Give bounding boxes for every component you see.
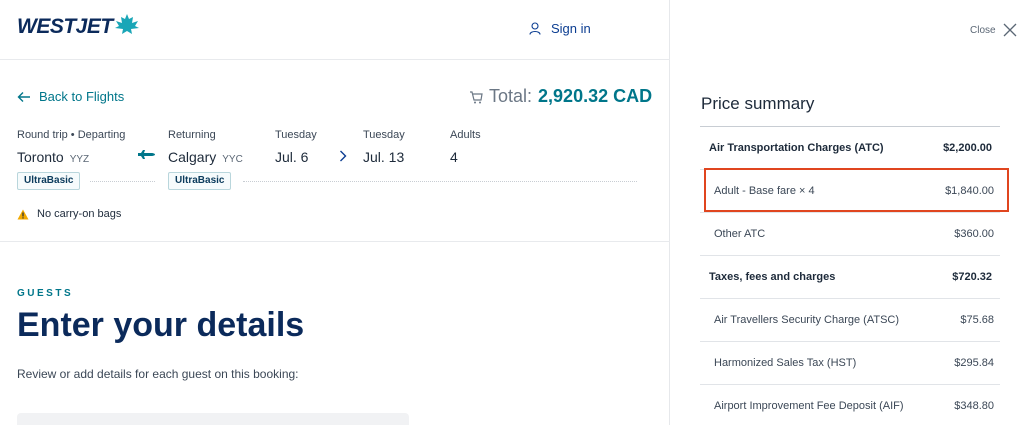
plane-icon xyxy=(138,150,155,159)
cart-icon xyxy=(470,90,483,103)
depart-date: Jul. 6 xyxy=(275,149,309,165)
section-eyebrow: GUESTS xyxy=(17,288,74,299)
adults-count: 4 xyxy=(450,149,458,165)
return-fare-badge: UltraBasic xyxy=(168,172,232,190)
price-summary-title: Price summary xyxy=(701,94,815,113)
price-row-amount: $1,840.00 xyxy=(945,185,994,197)
warning-icon xyxy=(17,209,29,219)
westjet-logo[interactable]: WESTJET xyxy=(17,14,140,39)
price-row-label: Air Travellers Security Charge (ATSC) xyxy=(714,314,900,326)
chevron-right-icon xyxy=(340,150,347,162)
origin-city: Toronto xyxy=(17,149,64,165)
fare-divider xyxy=(243,181,637,182)
arrow-left-icon xyxy=(17,91,30,102)
price-summary-panel: Close Price summary Air Transportation C… xyxy=(671,0,1024,425)
back-to-flights-label: Back to Flights xyxy=(39,89,125,104)
price-row-label: Harmonized Sales Tax (HST) xyxy=(714,357,857,369)
price-row-label: Other ATC xyxy=(714,228,766,240)
maple-leaf-icon xyxy=(114,14,139,34)
price-row-label: Airport Improvement Fee Deposit (AIF) xyxy=(714,400,904,412)
returning-label: Returning xyxy=(168,129,216,141)
price-row: Other ATC $360.00 xyxy=(700,213,1000,256)
back-to-flights-link[interactable]: Back to Flights xyxy=(17,89,124,104)
guest-card[interactable] xyxy=(17,413,409,425)
section-divider xyxy=(0,241,670,242)
close-button[interactable]: Close xyxy=(970,22,1018,38)
price-row-header: Air Transportation Charges (ATC) $2,200.… xyxy=(700,127,1000,170)
price-row-amount: $348.80 xyxy=(954,400,994,412)
price-row-header: Taxes, fees and charges $720.32 xyxy=(700,256,1000,299)
price-row: Adult - Base fare × 4 $1,840.00 xyxy=(700,170,1000,213)
booking-panel: WESTJET Sign in Back to Flights Total: 2… xyxy=(0,0,670,425)
origin-code: YYZ xyxy=(69,154,90,165)
price-row-amount: $720.32 xyxy=(952,271,992,283)
close-icon xyxy=(1003,23,1017,37)
logo-wordmark: WESTJET xyxy=(17,15,113,38)
booking-total: Total: 2,920.32 CAD xyxy=(469,86,652,107)
adults-label: Adults xyxy=(450,129,481,141)
price-row: Harmonized Sales Tax (HST) $295.84 xyxy=(700,342,1000,385)
destination-code: YYC xyxy=(222,154,243,165)
total-label: Total: xyxy=(489,86,533,106)
price-row-amount: $295.84 xyxy=(954,357,994,369)
destination-city: Calgary xyxy=(168,149,217,165)
depart-day: Tuesday xyxy=(275,129,317,141)
price-row-label: Air Transportation Charges (ATC) xyxy=(709,142,884,154)
price-row-amount: $2,200.00 xyxy=(943,142,992,154)
site-header: WESTJET Sign in xyxy=(0,0,670,60)
user-icon xyxy=(529,22,541,35)
depart-fare-badge: UltraBasic xyxy=(17,172,81,190)
page-subtitle: Review or add details for each guest on … xyxy=(17,367,299,381)
sign-in-label: Sign in xyxy=(551,21,591,36)
price-row-amount: $360.00 xyxy=(954,228,994,240)
return-day: Tuesday xyxy=(363,129,405,141)
departing-info: Round trip • Departing Toronto YYZ xyxy=(17,129,125,165)
price-row: Airport Improvement Fee Deposit (AIF) $3… xyxy=(700,385,1000,425)
warning-text: No carry-on bags xyxy=(37,208,122,220)
price-row-label: Taxes, fees and charges xyxy=(709,271,836,283)
price-row-label: Adult - Base fare × 4 xyxy=(714,185,815,197)
return-date: Jul. 13 xyxy=(363,149,405,165)
price-row: Air Travellers Security Charge (ATSC) $7… xyxy=(700,299,1000,342)
fare-divider xyxy=(90,181,155,182)
carry-on-warning: No carry-on bags xyxy=(17,208,121,220)
return-date-info: Tuesday Jul. 13 xyxy=(363,129,405,165)
trip-type: Round trip • Departing xyxy=(17,129,126,141)
returning-info: Returning Calgary YYC xyxy=(168,129,243,165)
page-title: Enter your details xyxy=(17,306,305,344)
sign-in-link[interactable]: Sign in xyxy=(529,21,591,36)
price-row-amount: $75.68 xyxy=(960,314,994,326)
price-summary-table: Air Transportation Charges (ATC) $2,200.… xyxy=(700,126,1000,425)
depart-date-info: Tuesday Jul. 6 xyxy=(275,129,317,165)
adults-info: Adults 4 xyxy=(450,129,481,165)
close-label: Close xyxy=(970,24,996,36)
total-amount: 2,920.32 CAD xyxy=(538,86,653,106)
